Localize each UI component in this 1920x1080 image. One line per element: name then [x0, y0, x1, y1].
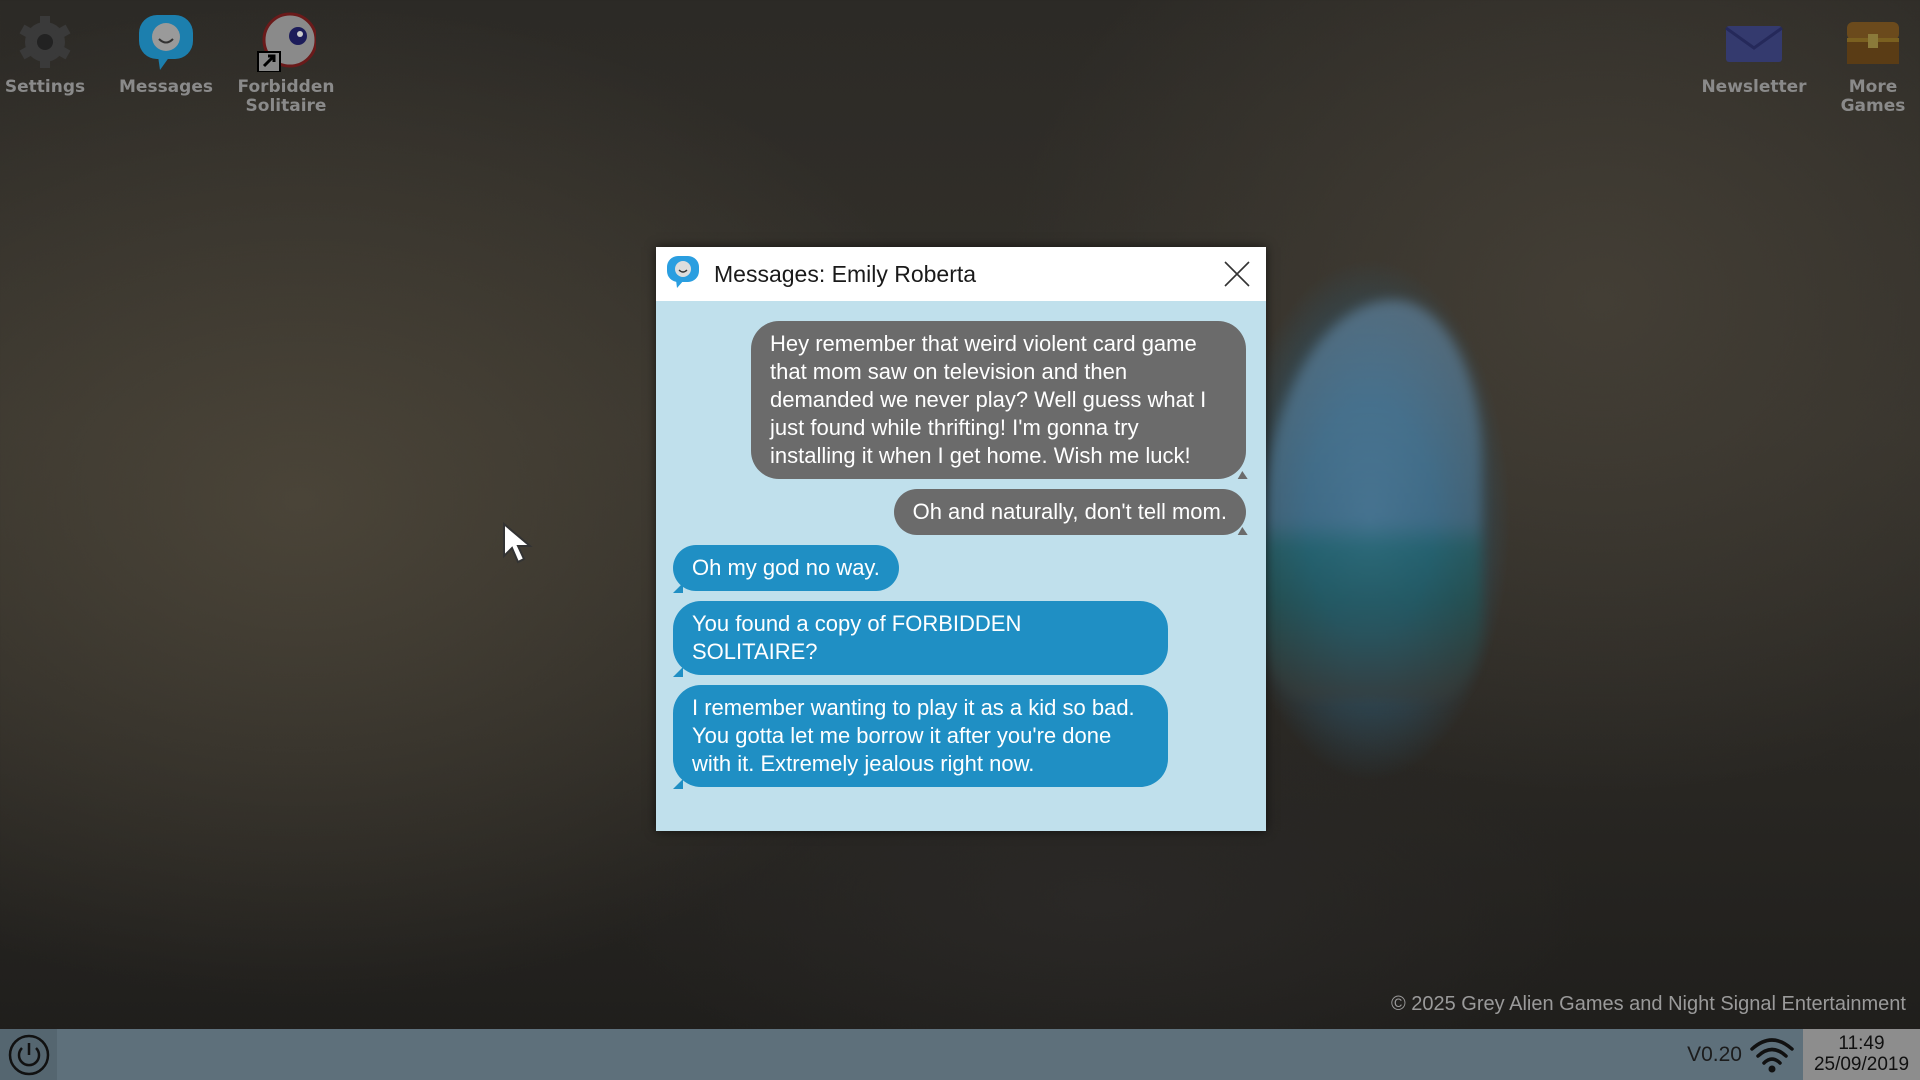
taskbar: V0.20 11:49 25/09/2019: [0, 1029, 1920, 1080]
messages-app-icon: [666, 255, 700, 293]
icon-label: More Games: [1841, 77, 1906, 116]
desktop-icon-messages[interactable]: Messages: [111, 12, 221, 97]
clock-time: 11:49: [1803, 1033, 1920, 1054]
message-bubble-outgoing: Oh and naturally, don't tell mom.: [894, 489, 1246, 535]
message-bubble-incoming: I remember wanting to play it as a kid s…: [673, 685, 1168, 787]
close-icon: [1222, 259, 1252, 289]
copyright-text: © 2025 Grey Alien Games and Night Signal…: [1391, 993, 1906, 1016]
chat-bubble-icon: [136, 12, 196, 72]
power-icon: [7, 1033, 51, 1077]
icon-label: Newsletter: [1701, 77, 1806, 97]
messages-window: Messages: Emily Roberta Hey remember tha…: [656, 247, 1266, 831]
gear-icon: [15, 12, 75, 72]
icon-label: Messages: [119, 77, 213, 97]
message-bubble-outgoing: Hey remember that weird violent card gam…: [751, 321, 1246, 479]
desktop-icon-settings[interactable]: Settings: [0, 12, 100, 97]
icon-label: Settings: [5, 77, 85, 97]
power-button[interactable]: [0, 1029, 57, 1080]
message-bubble-incoming: You found a copy of FORBIDDEN SOLITAIRE?: [673, 601, 1168, 675]
wifi-icon[interactable]: [1749, 1035, 1795, 1079]
treasure-chest-icon: [1843, 12, 1903, 72]
eyeball-shortcut-icon: [256, 12, 316, 72]
icon-label: Forbidden Solitaire: [238, 77, 335, 116]
version-label: V0.20: [1687, 1043, 1742, 1067]
mouse-cursor-icon: [502, 522, 538, 570]
clock[interactable]: 11:49 25/09/2019: [1803, 1029, 1920, 1080]
sea-view: [1262, 300, 1482, 700]
close-button[interactable]: [1222, 259, 1252, 289]
desktop-icon-forbidden-solitaire[interactable]: Forbidden Solitaire: [231, 12, 341, 116]
window-title: Messages: Emily Roberta: [714, 261, 976, 288]
desktop-icon-more-games[interactable]: More Games: [1818, 12, 1920, 116]
clock-date: 25/09/2019: [1803, 1054, 1920, 1075]
window-titlebar[interactable]: Messages: Emily Roberta: [656, 247, 1266, 301]
desktop-icon-newsletter[interactable]: Newsletter: [1699, 12, 1809, 97]
message-list: Hey remember that weird violent card gam…: [656, 301, 1266, 787]
envelope-icon: [1724, 12, 1784, 72]
message-bubble-incoming: Oh my god no way.: [673, 545, 899, 591]
